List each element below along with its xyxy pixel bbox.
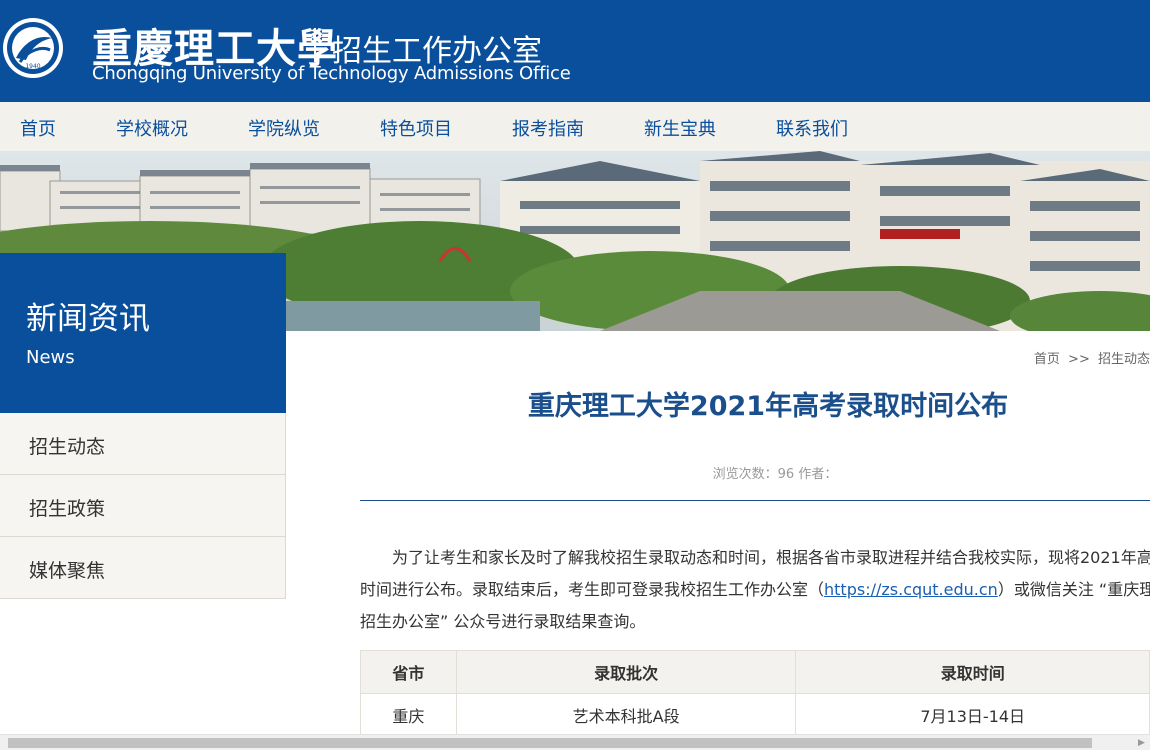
article-paragraph-line-1: 为了让考生和家长及时了解我校招生录取动态和时间，根据各省市录取进程并结合我校实际…	[392, 548, 1150, 567]
nav-school-overview[interactable]: 学校概况	[116, 115, 188, 141]
main-nav: 首页 学校概况 学院纵览 特色项目 报考指南 新生宝典 联系我们	[0, 102, 1150, 151]
university-logo[interactable]: 1940	[2, 12, 64, 84]
nav-home[interactable]: 首页	[20, 115, 56, 141]
breadcrumb-separator: >>	[1068, 352, 1090, 367]
nav-application-guide[interactable]: 报考指南	[512, 115, 584, 141]
column-header-province: 省市	[360, 650, 457, 694]
title-divider	[360, 500, 1150, 501]
article-meta: 浏览次数：96 作者：	[712, 467, 838, 482]
header-divider	[314, 28, 316, 62]
university-name-en: Chongqing University of Technology Admis…	[92, 63, 571, 84]
nav-freshman-guide[interactable]: 新生宝典	[644, 115, 716, 141]
admission-schedule-table: 省市 录取批次 录取时间 重庆 艺术本科批A段 7月13日-14日	[360, 650, 1150, 737]
sidebar-item-admission-policy[interactable]: 招生政策	[0, 475, 286, 537]
sidebar-item-label: 媒体聚焦	[29, 560, 106, 582]
sidebar-item-admission-news[interactable]: 招生动态	[0, 413, 286, 475]
cell-time: 7月13日-14日	[795, 693, 1150, 737]
cell-batch: 艺术本科批A段	[455, 693, 797, 737]
breadcrumb-current[interactable]: 招生动态	[1098, 352, 1150, 367]
paragraph-text: ）或微信关注 “重庆理	[997, 580, 1150, 599]
logo-year: 1940	[25, 63, 40, 70]
column-header-batch: 录取批次	[455, 650, 797, 694]
nav-colleges[interactable]: 学院纵览	[248, 115, 320, 141]
table-header-row: 省市 录取批次 录取时间	[360, 650, 1150, 694]
sidebar-item-label: 招生动态	[29, 436, 106, 458]
paragraph-text: 时间进行公布。录取结束后，考生即可登录我校招生工作办公室（	[360, 580, 825, 599]
breadcrumb: 首页 >> 招生动态	[1034, 348, 1150, 367]
cell-province: 重庆	[360, 693, 457, 737]
table-row: 重庆 艺术本科批A段 7月13日-14日	[360, 693, 1150, 737]
article-paragraph-line-3: 招生办公室” 公众号进行录取结果查询。	[360, 612, 646, 631]
sidebar-menu: 招生动态 招生政策 媒体聚焦	[0, 413, 286, 599]
sidebar-item-media-focus[interactable]: 媒体聚焦	[0, 537, 286, 599]
horizontal-scrollbar[interactable]: ▶	[0, 734, 1150, 750]
nav-contact[interactable]: 联系我们	[776, 115, 848, 141]
article-title: 重庆理工大学2021年高考录取时间公布	[527, 391, 1009, 422]
sidebar-subtitle: News	[26, 347, 75, 368]
scroll-right-arrow-icon[interactable]: ▶	[1138, 738, 1148, 748]
article-paragraph-line-2: 时间进行公布。录取结束后，考生即可登录我校招生工作办公室（https://zs.…	[360, 576, 1150, 600]
sidebar-item-label: 招生政策	[29, 498, 106, 520]
sidebar-header: 新闻资讯 News	[0, 253, 286, 413]
breadcrumb-home[interactable]: 首页	[1034, 352, 1060, 367]
column-header-time: 录取时间	[795, 650, 1150, 694]
admissions-site-link[interactable]: https://zs.cqut.edu.cn	[824, 580, 998, 599]
site-header: 1940 重慶理工大學 招生工作办公室 Chongqing University…	[0, 0, 1150, 102]
nav-special-programs[interactable]: 特色项目	[380, 115, 452, 141]
sidebar-title: 新闻资讯	[26, 301, 150, 337]
scrollbar-thumb[interactable]	[8, 738, 1092, 748]
